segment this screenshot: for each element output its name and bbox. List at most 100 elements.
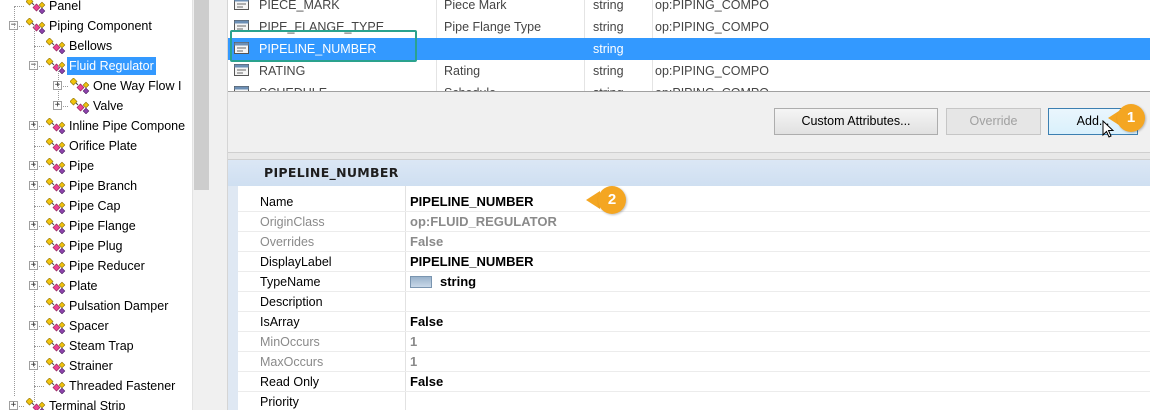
tree-item-label[interactable]: Strainer: [67, 357, 115, 375]
detail-value[interactable]: 1: [410, 332, 417, 352]
tree-item[interactable]: + Inline Pipe Compone: [0, 116, 192, 136]
tree-item-label[interactable]: Spacer: [67, 317, 111, 335]
detail-row[interactable]: Priority: [238, 392, 1150, 410]
tree-item[interactable]: Panel: [0, 0, 192, 16]
property-details[interactable]: Name PIPELINE_NUMBER OriginClass op:FLUID_R…: [228, 186, 1150, 410]
property-icon: [234, 63, 250, 77]
detail-row[interactable]: MinOccurs 1: [238, 332, 1150, 352]
tree-item[interactable]: + Plate: [0, 276, 192, 296]
detail-row[interactable]: Read Only False: [238, 372, 1150, 392]
panel-splitter[interactable]: [209, 0, 228, 410]
detail-value[interactable]: PIPELINE_NUMBER: [410, 252, 534, 272]
detail-row[interactable]: TypeName string: [238, 272, 1150, 292]
class-tree[interactable]: Panel − Piping Component Bellows − Fluid Regu…: [0, 0, 192, 410]
detail-row[interactable]: Description: [238, 292, 1150, 312]
detail-row[interactable]: IsArray False: [238, 312, 1150, 332]
tree-item[interactable]: Orifice Plate: [0, 136, 192, 156]
tree-item-label[interactable]: Pipe Cap: [67, 197, 122, 215]
property-class: op:PIPING_COMPO: [655, 0, 769, 12]
details-title: PIPELINE_NUMBER: [264, 165, 399, 180]
tree-scroll-thumb[interactable]: [194, 0, 209, 190]
detail-value[interactable]: op:FLUID_REGULATOR: [410, 212, 557, 232]
tree-item-label[interactable]: Inline Pipe Compone: [67, 117, 187, 135]
ec-class-icon: [45, 377, 68, 395]
tree-item-label[interactable]: Orifice Plate: [67, 137, 139, 155]
detail-value[interactable]: string: [440, 272, 476, 292]
tree-item-label[interactable]: Pulsation Damper: [67, 297, 170, 315]
tree-item-label[interactable]: Threaded Fastener: [67, 377, 177, 395]
tree-scrollbar[interactable]: [192, 0, 209, 410]
tree-item-label[interactable]: Bellows: [67, 37, 114, 55]
tree-item[interactable]: + Pipe Flange: [0, 216, 192, 236]
tree-item-label[interactable]: Steam Trap: [67, 337, 136, 355]
tree-item-label[interactable]: Pipe Branch: [67, 177, 139, 195]
tree-item-label[interactable]: Plate: [67, 277, 100, 295]
detail-row[interactable]: DisplayLabel PIPELINE_NUMBER: [238, 252, 1150, 272]
property-row[interactable]: RATING Rating string op:PIPING_COMPO: [228, 60, 1150, 82]
detail-key: IsArray: [260, 315, 300, 329]
detail-row[interactable]: MaxOccurs 1: [238, 352, 1150, 372]
tree-item-label[interactable]: Pipe: [67, 157, 96, 175]
tree-item[interactable]: Bellows: [0, 36, 192, 56]
tree-connector: [34, 386, 44, 387]
tree-item[interactable]: + Terminal Strip: [0, 396, 192, 410]
detail-key: TypeName: [260, 275, 321, 289]
detail-value[interactable]: PIPELINE_NUMBER: [410, 192, 534, 212]
tree-item[interactable]: + Valve: [0, 96, 192, 116]
ec-class-icon: [69, 77, 92, 95]
property-row[interactable]: SCHEDULE Schedule string op:PIPING_COMPO: [228, 82, 1150, 91]
detail-value[interactable]: False: [410, 232, 443, 252]
tree-item[interactable]: Pulsation Damper: [0, 296, 192, 316]
detail-key: Name: [260, 195, 294, 209]
expand-icon[interactable]: +: [9, 401, 18, 410]
tree-connector: [14, 6, 24, 7]
tree-connector: [34, 306, 44, 307]
ec-class-icon: [45, 217, 68, 235]
ec-class-icon: [45, 117, 68, 135]
detail-value[interactable]: False: [410, 312, 443, 332]
tree-item-label[interactable]: Terminal Strip: [47, 397, 127, 410]
tree-item-label[interactable]: Fluid Regulator: [67, 57, 156, 75]
tree-item-label[interactable]: One Way Flow I: [91, 77, 183, 95]
custom-attributes-button[interactable]: Custom Attributes...: [774, 108, 938, 135]
detail-row[interactable]: Overrides False: [238, 232, 1150, 252]
ec-class-icon: [45, 297, 68, 315]
override-button[interactable]: Override: [946, 108, 1041, 135]
detail-row[interactable]: OriginClass op:FLUID_REGULATOR: [238, 212, 1150, 232]
tree-item-label[interactable]: Pipe Flange: [67, 217, 138, 235]
tree-item-label[interactable]: Pipe Plug: [67, 237, 125, 255]
detail-key: OriginClass: [260, 215, 325, 229]
property-label: Pipe Flange Type: [444, 20, 542, 34]
property-type: string: [593, 0, 624, 12]
detail-key: DisplayLabel: [260, 255, 332, 269]
property-label: Rating: [444, 64, 481, 78]
tree-item[interactable]: − Fluid Regulator: [0, 56, 192, 76]
tree-item[interactable]: + One Way Flow I: [0, 76, 192, 96]
tree-item[interactable]: + Pipe Branch: [0, 176, 192, 196]
property-row[interactable]: PIECE_MARK Piece Mark string op:PIPING_COMP…: [228, 0, 1150, 16]
tree-item[interactable]: + Pipe: [0, 156, 192, 176]
property-name: SCHEDULE: [259, 82, 327, 91]
tree-item[interactable]: Pipe Plug: [0, 236, 192, 256]
tree-item[interactable]: + Spacer: [0, 316, 192, 336]
tree-item[interactable]: Pipe Cap: [0, 196, 192, 216]
tree-item-label[interactable]: Piping Component: [47, 17, 154, 35]
details-splitter[interactable]: [228, 152, 1150, 160]
tree-connector: [34, 246, 44, 247]
tree-item-label[interactable]: Valve: [91, 97, 125, 115]
detail-value[interactable]: False: [410, 372, 443, 392]
detail-value[interactable]: 1: [410, 352, 417, 372]
tree-item-label[interactable]: Pipe Reducer: [67, 257, 147, 275]
tree-item[interactable]: + Strainer: [0, 356, 192, 376]
tree-item[interactable]: + Pipe Reducer: [0, 256, 192, 276]
property-icon: [234, 0, 250, 11]
tree-connector: [34, 346, 44, 347]
tree-item[interactable]: Threaded Fastener: [0, 376, 192, 396]
ec-class-icon: [25, 0, 48, 15]
callout-badge-2: 2: [598, 186, 626, 214]
ec-class-icon: [45, 257, 68, 275]
tree-item[interactable]: Steam Trap: [0, 336, 192, 356]
detail-row[interactable]: Name PIPELINE_NUMBER: [238, 192, 1150, 212]
tree-item[interactable]: − Piping Component: [0, 16, 192, 36]
tree-item-label[interactable]: Panel: [47, 0, 83, 15]
